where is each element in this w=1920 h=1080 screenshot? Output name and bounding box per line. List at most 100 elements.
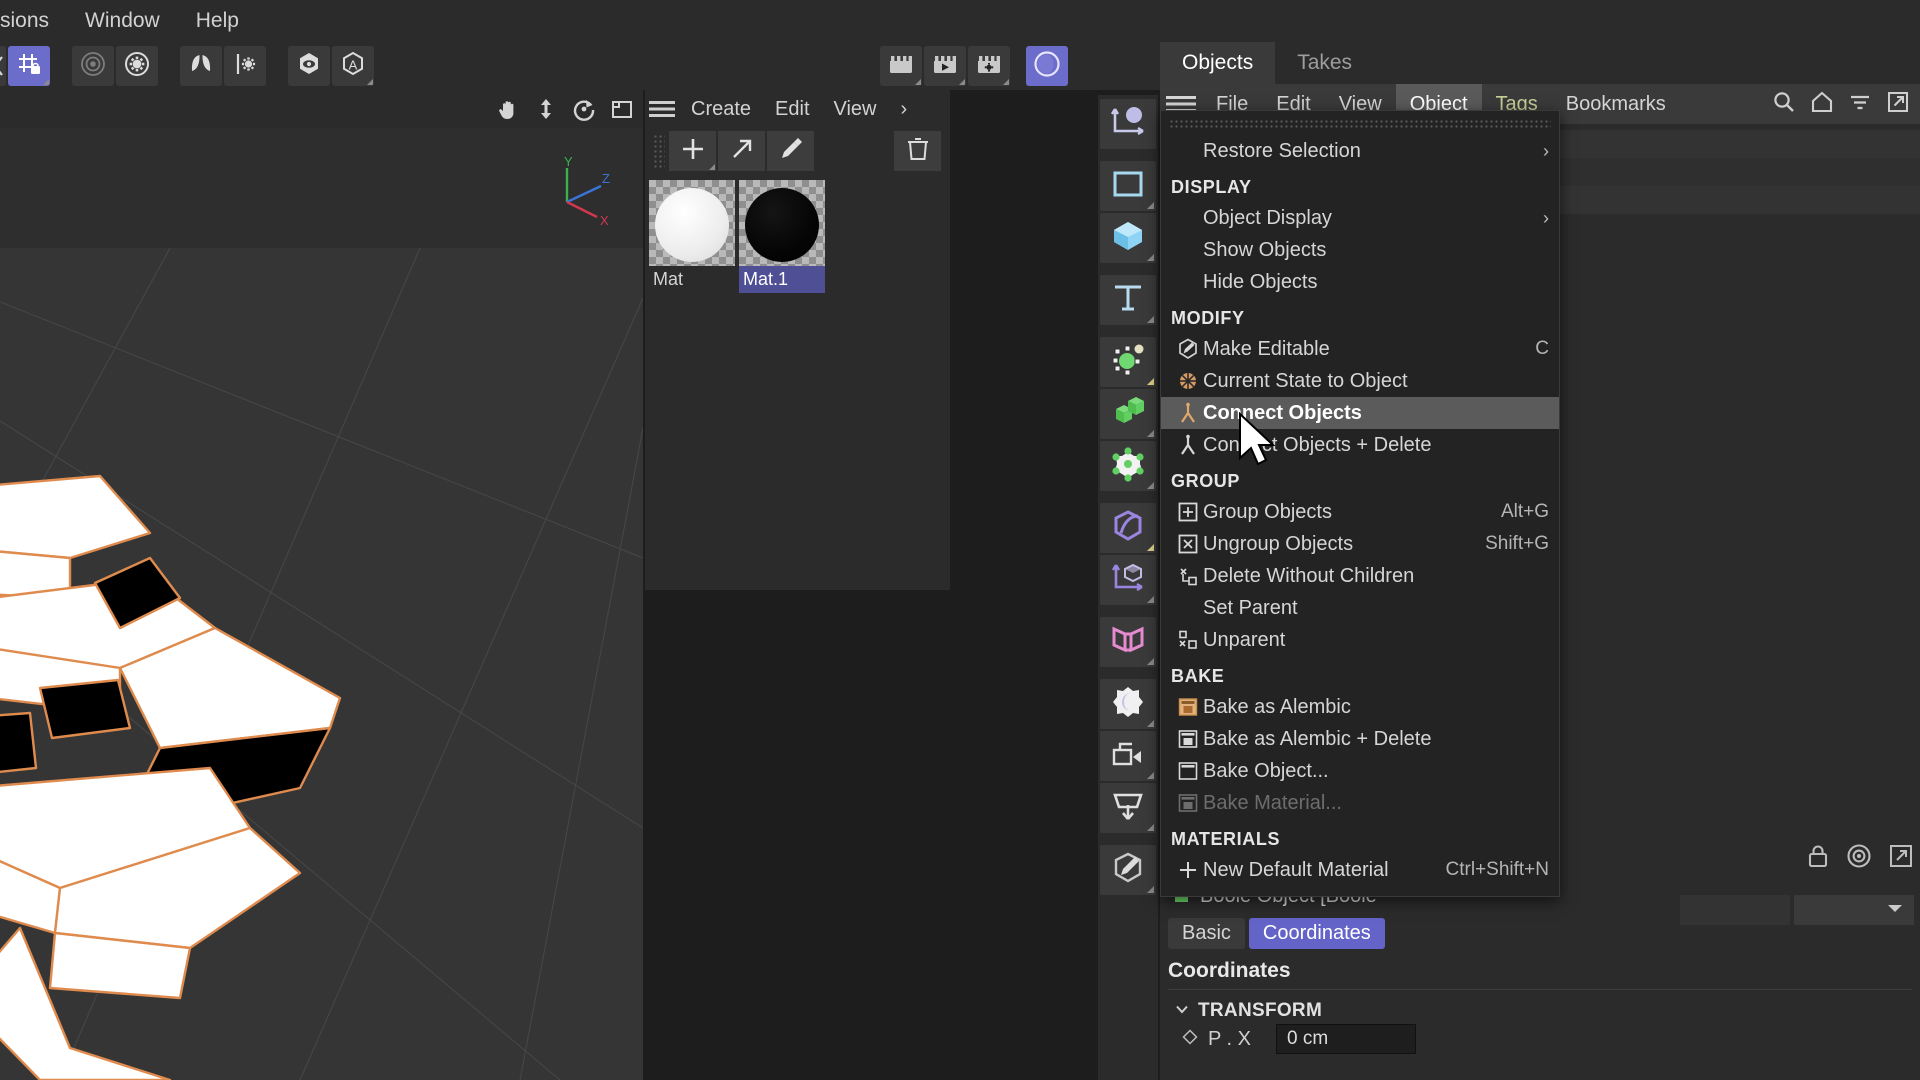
- menu-item-current-state-to-object[interactable]: Current State to Object: [1161, 365, 1559, 397]
- menu-item-new-default-material[interactable]: New Default Material Ctrl+Shift+N: [1161, 854, 1559, 886]
- open-external-icon[interactable]: [1886, 90, 1910, 119]
- subdivision-surface[interactable]: [1100, 503, 1156, 553]
- mouse-cursor: [1239, 412, 1276, 466]
- scene-nodes[interactable]: [1100, 555, 1156, 605]
- search-icon[interactable]: [1772, 90, 1796, 119]
- home-icon[interactable]: [1810, 90, 1834, 119]
- viewport-3d[interactable]: Y Z X: [0, 128, 643, 1080]
- menu-item-hide-objects[interactable]: Hide Objects: [1161, 266, 1559, 298]
- material-menu-view[interactable]: View: [822, 98, 889, 121]
- menu-item-label: New Default Material: [1203, 858, 1389, 881]
- material-label[interactable]: Mat.1: [739, 266, 825, 293]
- attributes-corner-dropdown[interactable]: [1794, 895, 1914, 925]
- render-to-picture-viewer[interactable]: [924, 46, 966, 86]
- menu-item-unparent[interactable]: Unparent: [1161, 624, 1559, 656]
- record-target-icon[interactable]: [1846, 843, 1872, 874]
- apply-material-button[interactable]: [718, 131, 765, 171]
- updown-arrow-icon[interactable]: [533, 96, 559, 122]
- menu-item-bake-as-alembic[interactable]: Bake as Alembic: [1161, 691, 1559, 723]
- annotation-tool[interactable]: A: [332, 46, 374, 86]
- material-menu-overflow[interactable]: ›: [889, 98, 920, 121]
- filter-icon[interactable]: [1848, 90, 1872, 119]
- workplane-settings[interactable]: [224, 46, 266, 86]
- material-menu-create[interactable]: Create: [679, 98, 763, 121]
- menu-tearoff-grip[interactable]: [1169, 119, 1551, 129]
- menubar-item-help[interactable]: Help: [178, 0, 257, 42]
- menu-item-label: Bake as Alembic: [1203, 695, 1351, 718]
- chevron-down-icon[interactable]: [1174, 1001, 1190, 1022]
- partial-tool-button[interactable]: [0, 46, 6, 86]
- menu-item-delete-without-children[interactable]: Delete Without Children: [1161, 560, 1559, 592]
- material-thumbnail[interactable]: [739, 180, 825, 266]
- application-menubar: sions Window Help: [0, 0, 1920, 42]
- menu-item-connect-objects-delete[interactable]: Connect Objects + Delete: [1161, 429, 1559, 461]
- no-icon: [1173, 138, 1203, 164]
- mograph-generator[interactable]: [1100, 441, 1156, 491]
- attributes-group-transform[interactable]: TRANSFORM: [1160, 992, 1920, 1024]
- new-material-button[interactable]: [669, 131, 716, 171]
- render-preview-active[interactable]: [1026, 46, 1068, 86]
- axis-lock-tool[interactable]: [8, 46, 50, 86]
- menu-item-make-editable[interactable]: Make Editable C: [1161, 333, 1559, 365]
- cube-primitive[interactable]: [1100, 213, 1156, 263]
- material-label[interactable]: Mat: [649, 266, 735, 293]
- drag-grip[interactable]: [653, 134, 665, 168]
- material-thumbnail[interactable]: [649, 180, 735, 266]
- menu-item-bake-object[interactable]: Bake Object...: [1161, 755, 1559, 787]
- spline-primitive[interactable]: [1100, 161, 1156, 211]
- pick-material-button[interactable]: [767, 131, 814, 171]
- camera-object[interactable]: [1100, 731, 1156, 781]
- workplane-gear-icon: [231, 50, 259, 83]
- menu-item-connect-objects[interactable]: Connect Objects: [1161, 397, 1559, 429]
- moon-light-icon: [1110, 684, 1146, 725]
- material-item[interactable]: Mat: [649, 180, 735, 293]
- menu-item-show-objects[interactable]: Show Objects: [1161, 234, 1559, 266]
- keyframe-diamond-icon[interactable]: [1182, 1028, 1198, 1050]
- menubar-item-window[interactable]: Window: [67, 0, 178, 42]
- toolbar-group-display: A: [288, 46, 376, 86]
- lock-icon[interactable]: [1806, 843, 1830, 874]
- menu-item-bake-as-alembic-delete[interactable]: Bake as Alembic + Delete: [1161, 723, 1559, 755]
- tab-takes[interactable]: Takes: [1275, 42, 1375, 84]
- material-menu-edit[interactable]: Edit: [763, 98, 821, 121]
- rotate-icon[interactable]: [571, 96, 597, 122]
- cloth-surface[interactable]: [1100, 617, 1156, 667]
- material-item[interactable]: Mat.1: [739, 180, 825, 293]
- pill-basic[interactable]: Basic: [1168, 918, 1245, 949]
- frame-icon[interactable]: [609, 96, 635, 122]
- floor-environment[interactable]: [1100, 783, 1156, 833]
- render-settings[interactable]: [968, 46, 1010, 86]
- delete-material-button[interactable]: [894, 131, 941, 171]
- menu-item-object-display[interactable]: Object Display ›: [1161, 202, 1559, 234]
- light-object[interactable]: [1100, 679, 1156, 729]
- material-manager-toolbar: [645, 128, 950, 174]
- snap-toggle[interactable]: [72, 46, 114, 86]
- menu-item-label: Current State to Object: [1203, 369, 1408, 392]
- attributes-group-label: TRANSFORM: [1198, 1000, 1323, 1021]
- object-menu-bookmarks[interactable]: Bookmarks: [1552, 84, 1680, 124]
- attribute-value-input[interactable]: 0 cm: [1276, 1024, 1416, 1054]
- pill-coordinates[interactable]: Coordinates: [1248, 918, 1385, 949]
- paint-tool[interactable]: [1100, 845, 1156, 895]
- menubar-item-extensions[interactable]: sions: [0, 0, 67, 42]
- menu-item-label: Bake as Alembic + Delete: [1203, 727, 1432, 750]
- menu-item-group-objects[interactable]: Group Objects Alt+G: [1161, 496, 1559, 528]
- deformer-group[interactable]: [1100, 337, 1156, 387]
- array-generator[interactable]: [1100, 389, 1156, 439]
- hand-icon[interactable]: [495, 96, 521, 122]
- render-view[interactable]: [880, 46, 922, 86]
- menu-item-set-parent[interactable]: Set Parent: [1161, 592, 1559, 624]
- menu-item-restore-selection[interactable]: Restore Selection ›: [1161, 135, 1559, 167]
- tab-objects[interactable]: Objects: [1160, 42, 1276, 84]
- divider: [1168, 989, 1912, 990]
- menu-item-label: Object Display: [1203, 206, 1332, 229]
- viewport-solo[interactable]: [288, 46, 330, 86]
- text-spline[interactable]: [1100, 275, 1156, 325]
- open-external-icon[interactable]: [1888, 843, 1914, 874]
- snap-settings[interactable]: [116, 46, 158, 86]
- move-tool[interactable]: [1100, 99, 1156, 149]
- menu-item-ungroup-objects[interactable]: Ungroup Objects Shift+G: [1161, 528, 1559, 560]
- attributes-corner-field[interactable]: [1680, 895, 1790, 925]
- symmetry-mode[interactable]: [180, 46, 222, 86]
- hamburger-icon[interactable]: [645, 90, 679, 128]
